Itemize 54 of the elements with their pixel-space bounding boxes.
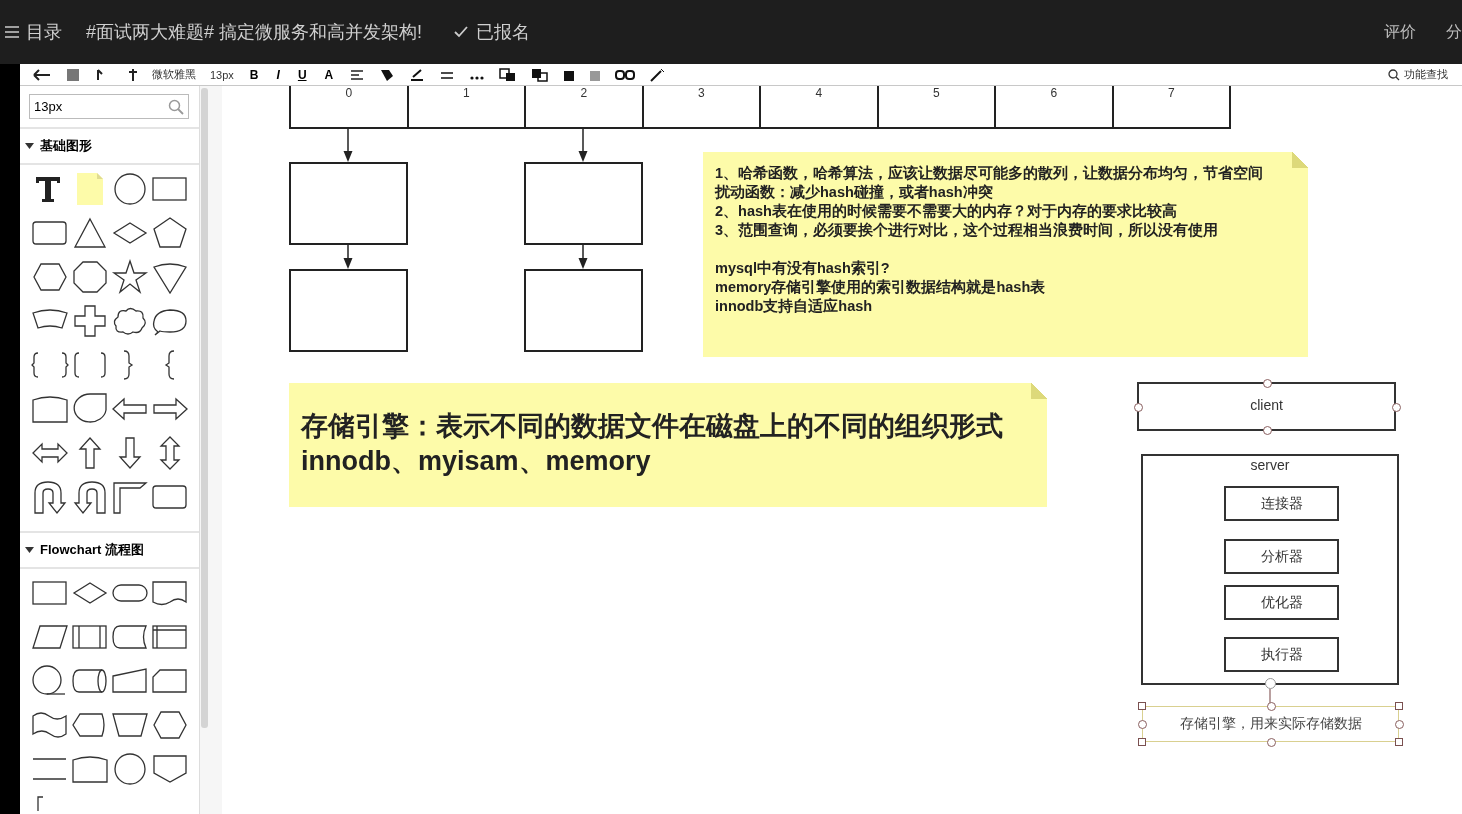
- component-box: 优化器: [1224, 585, 1339, 620]
- send-back-icon[interactable]: [531, 67, 550, 82]
- magic-wand-icon[interactable]: [649, 67, 666, 82]
- cell-index: 3: [697, 87, 705, 99]
- format-button[interactable]: A: [322, 67, 336, 82]
- server-label: server: [1249, 457, 1291, 473]
- note-text: 存储引擎：表示不同的数据文件在磁盘上的不同的组织形式 innodb、myisam、memory: [301, 410, 1004, 478]
- storage-label: 存储引擎，用来实际存储数据: [1179, 715, 1362, 733]
- course-title: #面试两大难题# 搞定微服务和高并发架构!: [86, 21, 423, 44]
- font-select[interactable]: 微软雅黑: [152, 67, 196, 82]
- cell-index: 5: [932, 87, 940, 99]
- scrollbar[interactable]: [201, 88, 208, 728]
- pentagon-shape-icon[interactable]: [150, 215, 190, 251]
- top-bar-link[interactable]: 分: [1446, 21, 1462, 43]
- section-title[interactable]: 基础图形: [40, 137, 92, 155]
- note-text: mysql中有没有hash索引? memory存储引擎使用的索引数据结构就是hash表 innodb支持自适应hash: [715, 259, 1047, 316]
- format-button[interactable]: I: [274, 67, 282, 82]
- component-box: 执行器: [1224, 637, 1339, 672]
- format-button[interactable]: B: [247, 67, 261, 82]
- undo-icon[interactable]: [32, 67, 52, 82]
- collapse-arrow-icon[interactable]: [25, 546, 34, 554]
- component-box: 分析器: [1224, 539, 1339, 574]
- search-field[interactable]: 13px: [29, 94, 189, 119]
- section-title[interactable]: Flowchart 流程图: [40, 541, 144, 559]
- cell-index: 4: [815, 87, 823, 99]
- font-size-select[interactable]: 13px: [210, 68, 234, 81]
- cell-index: 6: [1050, 87, 1058, 99]
- check-icon: [454, 26, 469, 38]
- menu-button[interactable]: 目录: [4, 20, 62, 44]
- star-shape-icon[interactable]: [110, 259, 150, 295]
- arrow: [343, 244, 353, 269]
- format-button[interactable]: U: [295, 67, 309, 82]
- align-icon[interactable]: [349, 67, 366, 82]
- collapse-arrow-icon[interactable]: [25, 142, 34, 150]
- cell-index: 2: [580, 87, 588, 99]
- cell-index: 0: [345, 87, 353, 99]
- pen-icon[interactable]: [409, 67, 426, 82]
- paint-bucket-icon[interactable]: [379, 67, 396, 82]
- arrow: [578, 244, 588, 269]
- corner-shape-icon[interactable]: [110, 479, 150, 515]
- octagon-shape-icon[interactable]: [70, 259, 110, 295]
- component-box: 连接器: [1224, 486, 1339, 521]
- feature-search-label[interactable]: 功能查找: [1404, 67, 1448, 82]
- bring-front-icon[interactable]: [499, 67, 518, 82]
- enrolled-label: 已报名: [476, 21, 531, 44]
- fill-color-icon[interactable]: [66, 67, 80, 82]
- menu-icon: [4, 25, 20, 39]
- search-icon[interactable]: [1388, 68, 1400, 81]
- top-bar-link[interactable]: 评价: [1384, 21, 1416, 43]
- link-icon[interactable]: [615, 67, 636, 82]
- cell-index: 1: [462, 87, 470, 99]
- note-text: 1、哈希函数，哈希算法，应该让数据尽可能多的散列，让数据分布均匀，节省空间 扰动函数：减少hash碰撞，或者hash冲突 2、hash表在使用的时候需要不需要大的内存？对于内存的要求比较高 3、范围查询，必须要挨个进行对比，这个过程相当浪费时间，所以没有使用: [715, 164, 1265, 240]
- client-label: client: [1250, 397, 1283, 413]
- cell-index: 7: [1167, 87, 1175, 99]
